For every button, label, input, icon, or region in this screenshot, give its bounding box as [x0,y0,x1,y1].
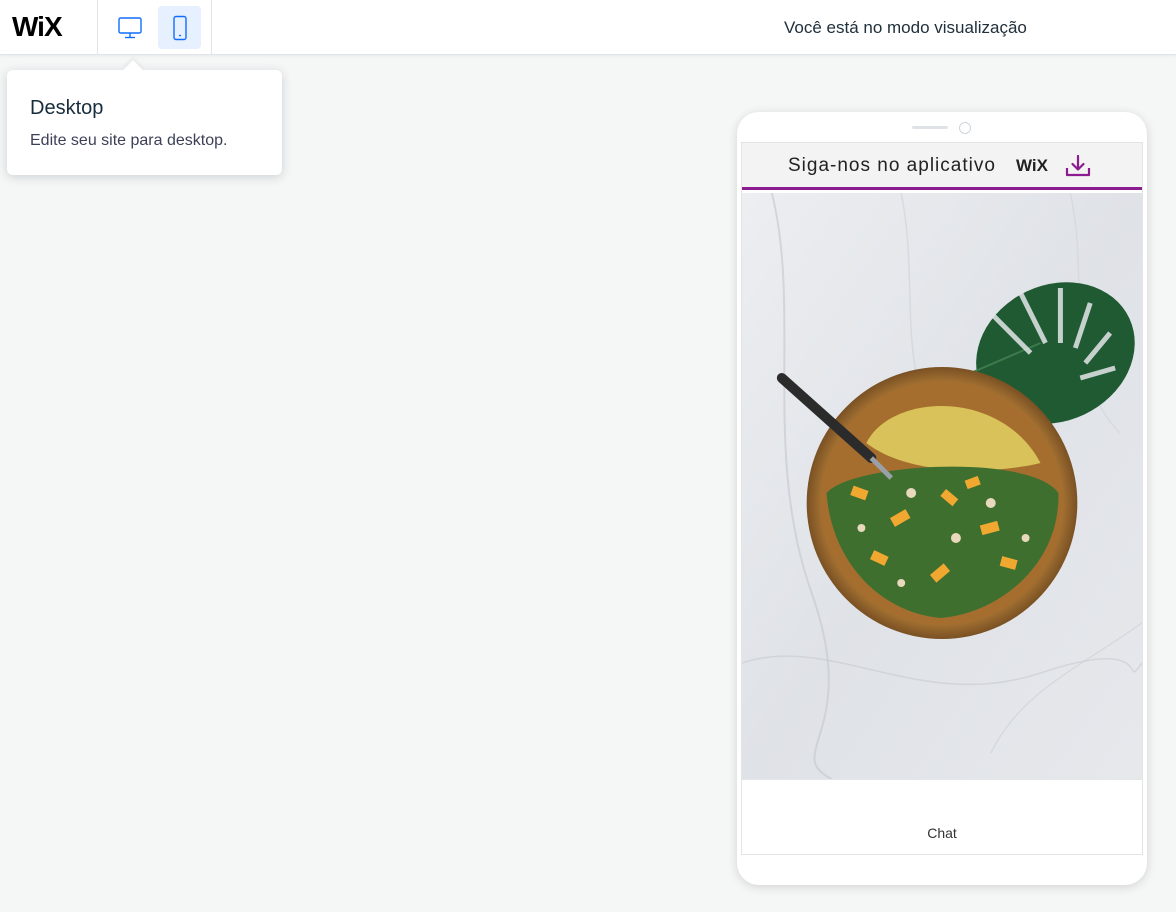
hero-image-salad-bowl [742,193,1142,779]
phone-speaker [912,126,948,129]
tooltip-description: Edite seu site para desktop. [30,132,228,149]
phone-camera [959,122,971,134]
tooltip-title: Desktop [30,97,104,119]
mobile-phone-icon [172,15,187,40]
chat-area[interactable]: Chat [742,779,1142,854]
desktop-view-button[interactable] [108,6,151,49]
mobile-preview-frame: Siga-nos no aplicativo WiX Chat [737,112,1147,885]
app-banner[interactable]: Siga-nos no aplicativo WiX [742,143,1142,190]
banner-wix-logo: WiX [1016,156,1048,175]
tooltip-arrow [123,60,143,80]
download-icon[interactable] [1064,152,1092,180]
wix-logo[interactable]: WiX [12,12,63,42]
divider [211,0,212,55]
preview-mode-message: Você está no modo visualização [784,18,1027,37]
mobile-screen[interactable]: Siga-nos no aplicativo WiX Chat [741,142,1143,855]
banner-text: Siga-nos no aplicativo [788,155,996,176]
divider [97,0,98,55]
desktop-monitor-icon [117,16,142,38]
desktop-tooltip: Desktop Edite seu site para desktop. [7,60,282,175]
mobile-view-button[interactable] [158,6,201,49]
chat-label[interactable]: Chat [742,825,1142,841]
top-bar: WiX Você está no modo visualização [0,0,1176,55]
